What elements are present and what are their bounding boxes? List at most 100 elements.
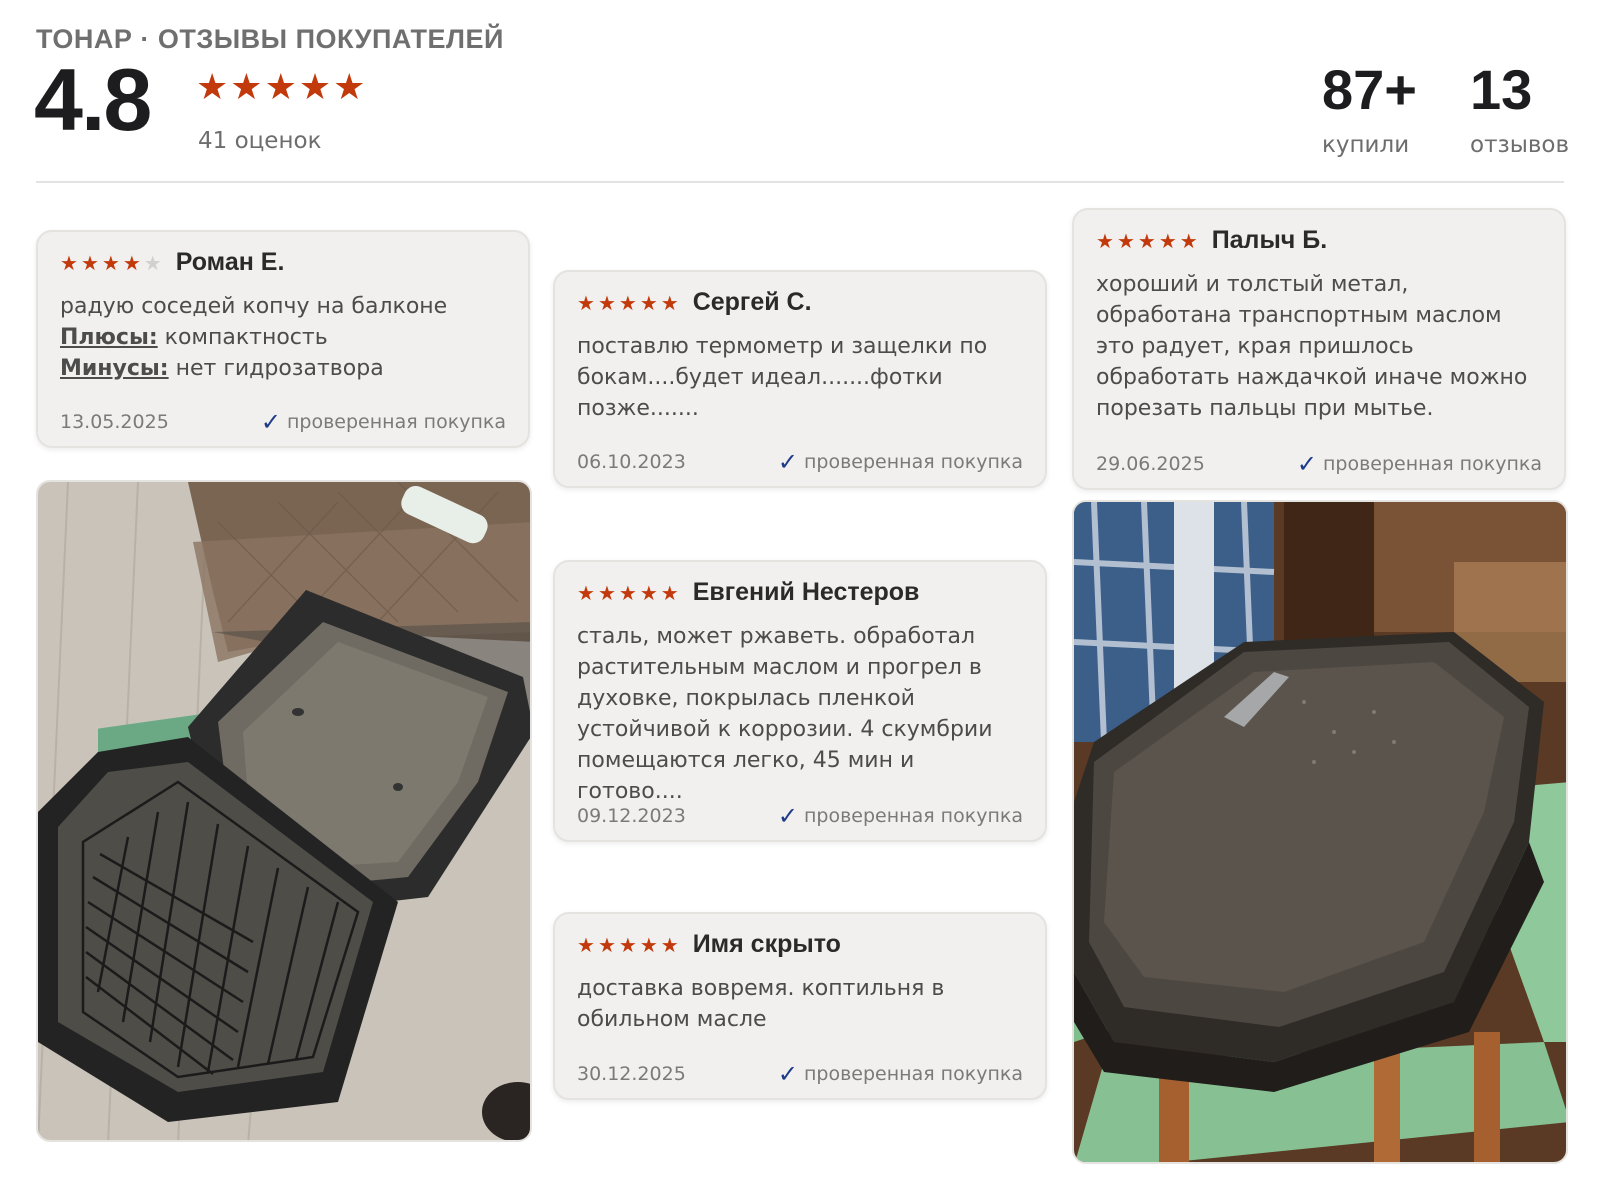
star-icon: ★ — [1116, 228, 1135, 253]
review-card: ★ ★ ★ ★ ★ Сергей С. поставлю термометр и… — [553, 270, 1047, 488]
review-stars: ★ ★ ★ ★ ★ — [577, 293, 679, 313]
star-icon: ★ — [597, 932, 616, 957]
star-icon: ★ — [577, 580, 595, 605]
review-stars: ★ ★ ★ ★ ★ — [577, 935, 679, 955]
review-cons: Минусы: нет гидрозатвора — [60, 353, 506, 384]
reviewer-name: Роман Е. — [175, 248, 285, 276]
check-icon: ✓ — [777, 448, 798, 476]
review-header: ★ ★ ★ ★ ★ Палыч Б. — [1096, 226, 1542, 255]
check-icon: ✓ — [1296, 450, 1317, 478]
review-card: ★ ★ ★ ★ ★ Палыч Б. хороший и толстый мет… — [1072, 208, 1566, 490]
review-date: 30.12.2025 — [577, 1063, 686, 1085]
verified-label: проверенная покупка — [803, 451, 1023, 473]
cons-text: нет гидрозатвора — [168, 356, 384, 381]
check-icon: ✓ — [777, 802, 798, 830]
star-icon: ★ — [660, 580, 679, 605]
star-icon: ★ — [1137, 228, 1156, 253]
star-icon: ★ — [618, 932, 637, 957]
review-card: ★ ★ ★ ★ ★ Роман Е. радую соседей копчу н… — [36, 230, 530, 448]
star-icon: ★ — [60, 250, 78, 275]
review-card: ★ ★ ★ ★ ★ Евгений Нестеров сталь, может … — [553, 560, 1047, 842]
stat-buyers-label: купили — [1322, 132, 1410, 158]
verified-badge: ✓ проверенная покупка — [778, 1062, 1023, 1086]
review-header: ★ ★ ★ ★ ★ Имя скрыто — [577, 930, 1023, 959]
review-text: хороший и толстый метал, обработана тран… — [1096, 272, 1528, 421]
photo-smoker-open — [38, 482, 530, 1140]
cons-label: Минусы: — [60, 356, 169, 381]
star-icon: ★ — [577, 290, 595, 315]
review-text: доставка вовремя. коптильня в обильном м… — [577, 976, 945, 1032]
review-header: ★ ★ ★ ★ ★ Сергей С. — [577, 288, 1023, 317]
verified-label: проверенная покупка — [803, 1063, 1023, 1085]
reviewer-name: Евгений Нестеров — [692, 578, 920, 606]
star-icon: ★ — [196, 67, 229, 108]
ratings-count: 41 оценок — [198, 128, 322, 154]
verified-label: проверенная покупка — [1322, 453, 1542, 475]
review-footer: 29.06.2025 ✓ проверенная покупка — [1096, 452, 1542, 476]
header-divider — [36, 181, 1564, 183]
star-icon: ★ — [1096, 228, 1114, 253]
star-icon: ★ — [1179, 228, 1198, 253]
star-icon: ★ — [618, 290, 637, 315]
review-card: ★ ★ ★ ★ ★ Имя скрыто доставка вовремя. к… — [553, 912, 1047, 1100]
review-header: ★ ★ ★ ★ ★ Евгений Нестеров — [577, 578, 1023, 607]
stat-reviews-value: 13 — [1470, 58, 1533, 121]
review-date: 09.12.2023 — [577, 805, 686, 827]
photo-smoker-closed — [1074, 502, 1566, 1162]
star-icon: ★ — [80, 250, 99, 275]
star-icon: ★ — [122, 250, 141, 275]
verified-badge: ✓ проверенная покупка — [778, 450, 1023, 474]
verified-label: проверенная покупка — [286, 411, 506, 433]
pros-text: компактность — [157, 325, 328, 350]
verified-badge: ✓ проверенная покупка — [261, 410, 506, 434]
star-icon: ★ — [597, 290, 616, 315]
stat-reviews-label: отзывов — [1470, 132, 1570, 158]
star-icon: ★ — [639, 290, 658, 315]
stat-reviews: 13 отзывов — [1470, 58, 1570, 159]
review-photo[interactable] — [36, 480, 532, 1142]
review-body: радую соседей копчу на балконе — [60, 294, 448, 319]
review-text: поставлю термометр и защелки по бокам...… — [577, 334, 988, 421]
average-rating: 4.8 — [34, 50, 152, 149]
review-footer: 13.05.2025 ✓ проверенная покупка — [60, 410, 506, 434]
star-icon: ★ — [298, 67, 332, 108]
review-footer: 09.12.2023 ✓ проверенная покупка — [577, 804, 1023, 828]
review-header: ★ ★ ★ ★ ★ Роман Е. — [60, 248, 506, 277]
star-icon: ★ — [264, 67, 297, 108]
average-stars: ★ ★ ★ ★ ★ — [196, 70, 365, 106]
review-text: радую соседей копчу на балконе Плюсы: ко… — [60, 291, 506, 384]
review-date: 29.06.2025 — [1096, 453, 1205, 475]
star-icon: ★ — [618, 580, 637, 605]
review-footer: 06.10.2023 ✓ проверенная покупка — [577, 450, 1023, 474]
review-footer: 30.12.2025 ✓ проверенная покупка — [577, 1062, 1023, 1086]
star-icon: ★ — [230, 67, 263, 108]
check-icon: ✓ — [260, 408, 281, 436]
reviewer-name: Имя скрыто — [692, 930, 841, 958]
star-icon: ★ — [660, 932, 679, 957]
review-stars: ★ ★ ★ ★ ★ — [577, 583, 679, 603]
star-empty-icon: ★ — [143, 250, 162, 275]
star-icon: ★ — [660, 290, 679, 315]
star-icon: ★ — [577, 932, 595, 957]
review-photo[interactable] — [1072, 500, 1568, 1164]
review-date: 13.05.2025 — [60, 411, 169, 433]
star-icon: ★ — [1158, 228, 1177, 253]
check-icon: ✓ — [777, 1060, 798, 1088]
star-icon: ★ — [639, 932, 658, 957]
review-stars: ★ ★ ★ ★ ★ — [1096, 231, 1198, 251]
pros-label: Плюсы: — [60, 325, 158, 350]
star-icon: ★ — [333, 67, 366, 108]
star-icon: ★ — [597, 580, 616, 605]
stat-buyers: 87+ купили — [1322, 58, 1417, 159]
verified-badge: ✓ проверенная покупка — [1297, 452, 1542, 476]
verified-badge: ✓ проверенная покупка — [778, 804, 1023, 828]
reviewer-name: Палыч Б. — [1211, 226, 1328, 254]
stat-buyers-value: 87+ — [1322, 58, 1417, 121]
reviewer-name: Сергей С. — [692, 288, 812, 316]
verified-label: проверенная покупка — [803, 805, 1023, 827]
review-date: 06.10.2023 — [577, 451, 686, 473]
review-text: сталь, может ржаветь. обработал растител… — [577, 624, 993, 804]
star-icon: ★ — [639, 580, 658, 605]
star-icon: ★ — [101, 250, 120, 275]
review-stars: ★ ★ ★ ★ ★ — [60, 253, 162, 273]
